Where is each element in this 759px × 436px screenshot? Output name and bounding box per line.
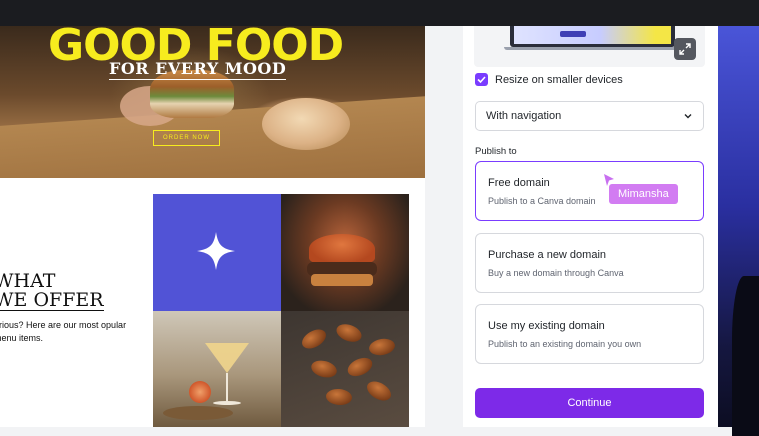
laptop-preview: [510, 26, 675, 47]
expand-icon: [679, 43, 691, 55]
collaborator-label: Mimansha: [609, 184, 678, 204]
option-description: Buy a new domain through Canva: [488, 268, 624, 278]
wing-2: [334, 321, 364, 345]
wing-4: [309, 357, 339, 381]
burger-bun-top: [309, 234, 375, 264]
resize-label: Resize on smaller devices: [495, 73, 623, 86]
sparkle-star-icon: [197, 232, 235, 270]
wings-photo-tile: [281, 311, 409, 427]
background-image: [718, 26, 759, 436]
option-description: Publish to a Canva domain: [488, 196, 596, 206]
top-bar: [0, 0, 759, 26]
option-title: Purchase a new domain: [488, 249, 607, 261]
glass-base: [213, 401, 241, 405]
wing-7: [363, 377, 395, 405]
laptop-base: [504, 47, 681, 50]
order-now-button[interactable]: ORDER NOW: [153, 130, 220, 146]
offer-heading-line2: WE OFFER: [0, 291, 104, 311]
option-title: Use my existing domain: [488, 320, 605, 332]
check-icon: [477, 76, 486, 84]
option-title: Free domain: [488, 177, 550, 189]
option-description: Publish to an existing domain you own: [488, 339, 642, 349]
laptop-screen: [514, 26, 671, 44]
purchase-domain-option[interactable]: Purchase a new domain Buy a new domain t…: [475, 233, 704, 293]
expand-preview-button[interactable]: [674, 38, 696, 60]
chevron-down-icon: [684, 114, 692, 119]
publish-panel: Resize on smaller devices With navigatio…: [463, 26, 718, 427]
tree-silhouette: [732, 276, 759, 436]
hero-banner: GOOD FOOD FOR EVERY MOOD ORDER NOW: [0, 26, 425, 178]
publish-to-label: Publish to: [475, 146, 517, 157]
bun-image: [262, 98, 350, 150]
preview-pill: [560, 31, 586, 37]
wing-6: [325, 387, 353, 407]
navigation-select[interactable]: With navigation: [475, 101, 704, 131]
offer-heading: WHAT WE OFFER: [0, 272, 104, 311]
wing-1: [298, 325, 330, 353]
navigation-select-value: With navigation: [486, 110, 562, 122]
cocktail-photo-tile: [153, 311, 281, 427]
burger-bun-bottom: [311, 274, 373, 286]
cocktail-glass: [205, 343, 249, 373]
website-canvas[interactable]: GOOD FOOD FOR EVERY MOOD ORDER NOW WHAT …: [0, 26, 425, 427]
wood-plate: [163, 406, 233, 420]
glass-stem: [226, 373, 228, 403]
burger-photo-tile: [281, 194, 409, 311]
purple-tile: [153, 194, 281, 311]
resize-option[interactable]: Resize on smaller devices: [475, 73, 623, 86]
existing-domain-option[interactable]: Use my existing domain Publish to an exi…: [475, 304, 704, 364]
hero-subtitle: FOR EVERY MOOD: [109, 59, 287, 80]
continue-button[interactable]: Continue: [475, 388, 704, 418]
device-preview: [474, 26, 705, 67]
wing-5: [344, 354, 376, 380]
offer-description: urious? Here are our most opular menu it…: [0, 320, 127, 343]
wing-3: [367, 336, 397, 358]
orange-slice: [189, 381, 211, 403]
resize-checkbox[interactable]: [475, 73, 488, 86]
